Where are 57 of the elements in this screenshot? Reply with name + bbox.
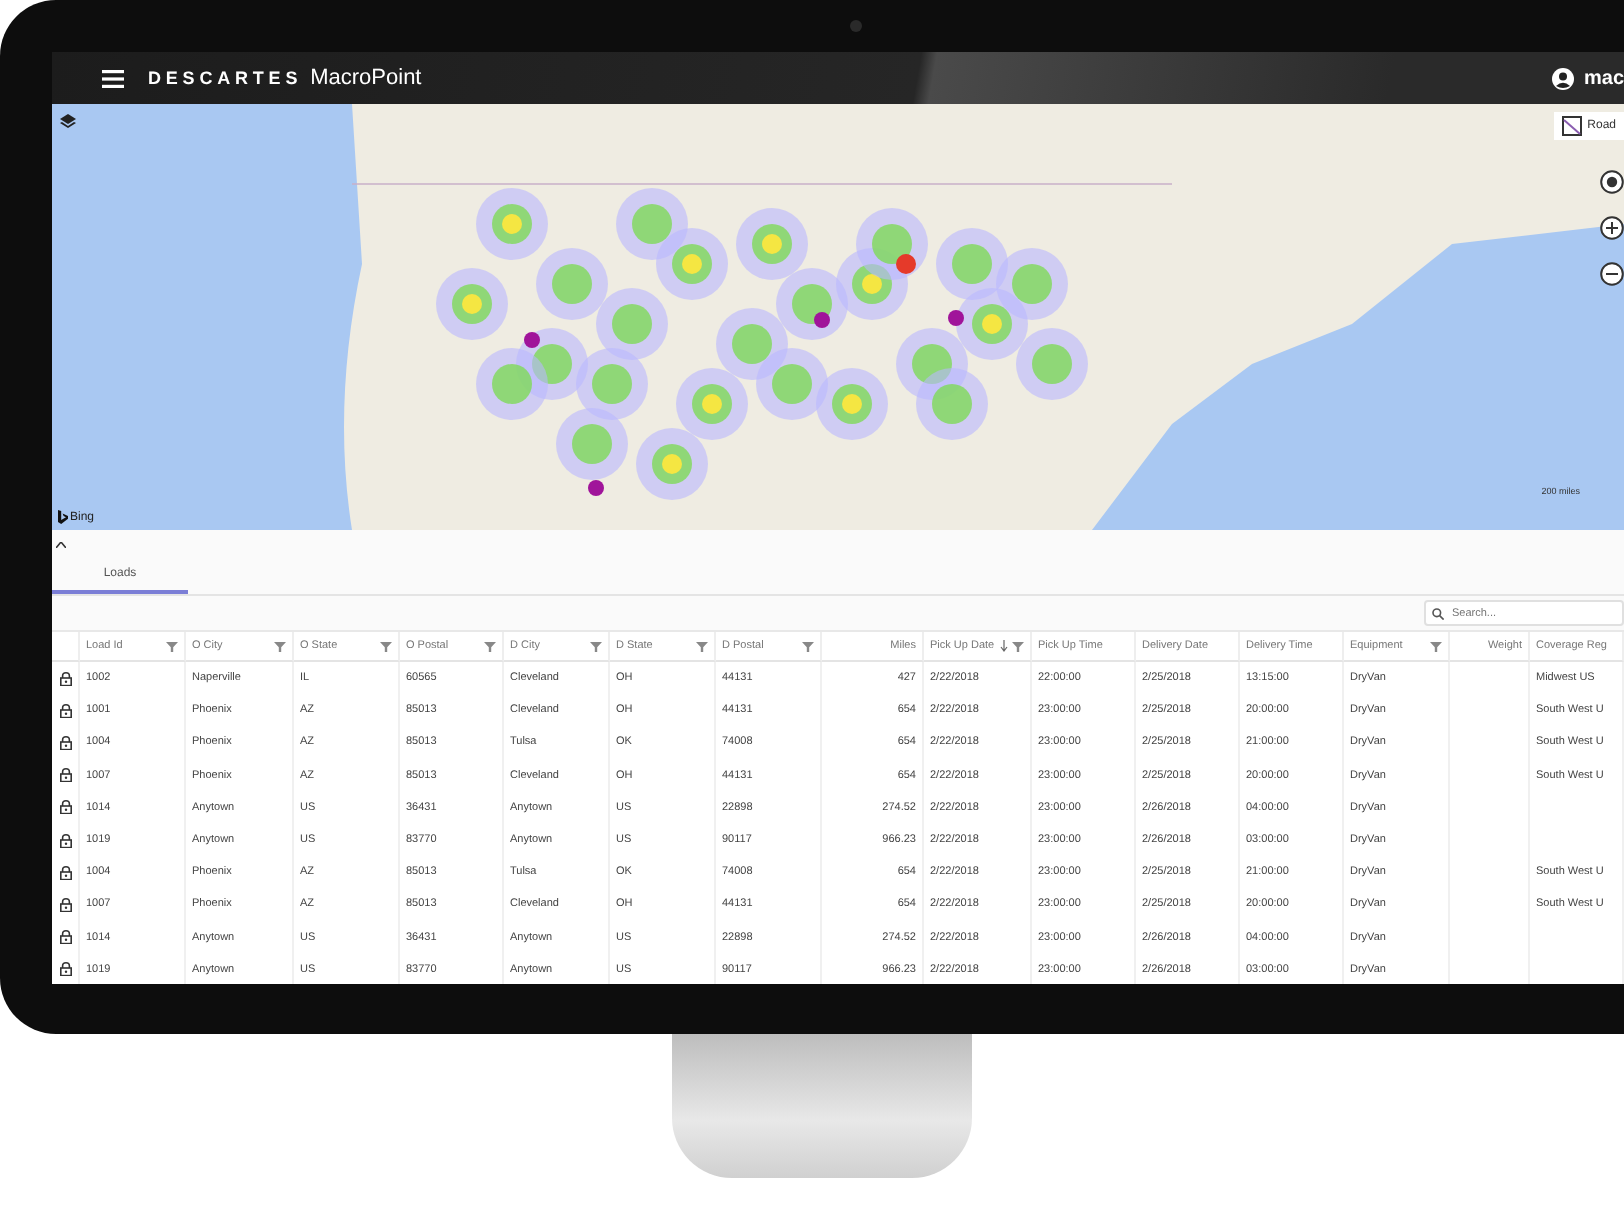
heat-spot	[916, 368, 988, 440]
padlock-icon[interactable]	[60, 735, 72, 750]
user-icon[interactable]	[1551, 67, 1574, 89]
cluster-marker[interactable]	[588, 480, 604, 496]
padlock-icon[interactable]	[60, 800, 72, 815]
padlock-icon[interactable]	[60, 833, 72, 848]
heat-spot	[776, 268, 848, 340]
cluster-marker[interactable]	[814, 312, 830, 328]
bing-logo-icon	[58, 510, 68, 524]
filter-icon[interactable]	[484, 641, 496, 651]
layers-icon[interactable]	[60, 114, 76, 130]
sort-arrow-icon[interactable]	[1000, 640, 1008, 652]
padlock-icon[interactable]	[60, 897, 72, 912]
road-icon	[1561, 116, 1582, 136]
camera-dot	[850, 20, 862, 32]
padlock-icon[interactable]	[60, 865, 72, 880]
heat-spot	[616, 188, 688, 260]
heat-spot	[936, 228, 1008, 300]
heat-hotspot	[896, 254, 916, 274]
padlock-icon[interactable]	[60, 768, 72, 783]
heat-spot	[996, 248, 1068, 320]
filter-icon[interactable]	[166, 641, 178, 651]
padlock-icon[interactable]	[60, 671, 72, 686]
product-name: MacroPoint	[310, 66, 422, 90]
heat-spot	[756, 348, 828, 420]
padlock-icon[interactable]	[60, 703, 72, 718]
filter-icon[interactable]	[380, 641, 392, 651]
heat-spot	[856, 208, 928, 280]
brand-logo-text: DESCARTES	[148, 68, 303, 88]
menu-icon[interactable]	[102, 69, 124, 87]
heat-spot	[636, 428, 708, 500]
heat-spot	[536, 248, 608, 320]
filter-icon[interactable]	[802, 641, 814, 651]
heat-spot	[436, 268, 508, 340]
heat-spot	[716, 308, 788, 380]
heat-spot	[676, 368, 748, 440]
filter-icon[interactable]	[696, 641, 708, 651]
heat-spot	[556, 408, 628, 480]
collapse-caret-icon[interactable]	[56, 541, 66, 547]
cluster-marker[interactable]	[948, 310, 964, 326]
heat-spot	[476, 348, 548, 420]
padlock-icon[interactable]	[60, 962, 72, 977]
filter-icon[interactable]	[1430, 641, 1442, 651]
filter-icon[interactable]	[1012, 641, 1024, 651]
filter-icon[interactable]	[274, 641, 286, 651]
heat-spot	[476, 188, 548, 260]
user-name[interactable]: mac	[1583, 67, 1624, 89]
filter-icon[interactable]	[590, 641, 602, 651]
heat-spot	[656, 228, 728, 300]
cluster-marker[interactable]	[524, 332, 540, 348]
heat-spot	[1016, 328, 1088, 400]
padlock-icon[interactable]	[60, 930, 72, 945]
heat-spot	[576, 348, 648, 420]
heat-spot	[596, 288, 668, 360]
heat-spot	[956, 288, 1028, 360]
heat-spot	[816, 368, 888, 440]
heat-spot	[736, 208, 808, 280]
